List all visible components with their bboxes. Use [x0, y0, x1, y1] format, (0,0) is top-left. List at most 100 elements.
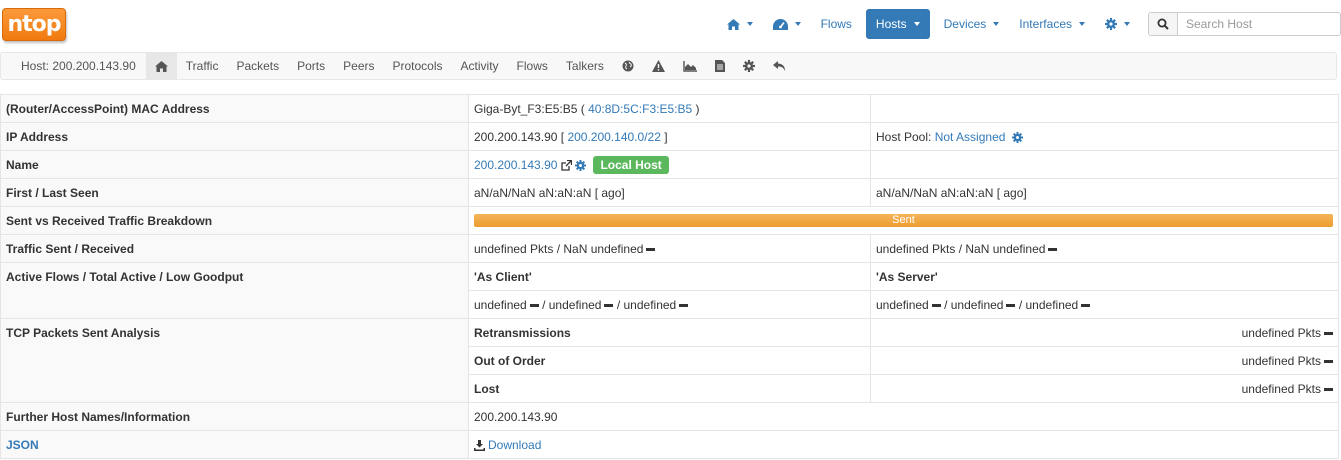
settings-menu[interactable] — [1095, 9, 1140, 39]
table-row: Name 200.200.143.90 Local Host — [0, 150, 1339, 179]
trend-flat-icon — [604, 303, 614, 307]
tab-geomap[interactable] — [613, 53, 643, 79]
nav-flows[interactable]: Flows — [811, 9, 862, 39]
download-cell: Download — [468, 430, 1339, 459]
client-total-flows: undefined — [548, 297, 602, 312]
table-row: (Router/AccessPoint) MAC Address Giga-By… — [0, 94, 1339, 123]
trend-flat-icon — [1048, 247, 1058, 251]
name-value: 200.200.143.90 Local Host — [468, 150, 871, 179]
nav-hosts-label: Hosts — [875, 17, 907, 31]
sent-progress-bar: Sent — [474, 214, 1333, 227]
sep: / — [944, 297, 948, 312]
mac-open-paren: ( — [580, 101, 585, 116]
host-title: Host: 200.200.143.90 — [21, 59, 136, 73]
table-row: IP Address 200.200.143.90 [ 200.200.140.… — [0, 122, 1339, 151]
json-link[interactable]: JSON — [6, 438, 39, 452]
network-link[interactable]: 200.200.140.0/22 — [567, 130, 660, 144]
gear-icon[interactable] — [575, 159, 587, 171]
table-row: Active Flows / Total Active / Low Goodpu… — [0, 262, 1339, 319]
json-label-cell: JSON — [0, 430, 469, 459]
file-icon — [714, 60, 725, 72]
nav-interfaces-label: Interfaces — [1019, 17, 1072, 31]
traffic-received-value: undefined Pkts / NaN undefined — [876, 241, 1046, 256]
table-row: Further Host Names/Information 200.200.1… — [0, 402, 1339, 431]
server-low-goodput: undefined — [1025, 297, 1079, 312]
gear-icon — [742, 60, 755, 72]
nav-devices[interactable]: Devices — [934, 9, 1010, 39]
retransmissions-value: undefined Pkts — [870, 318, 1339, 347]
mac-close-paren: ) — [695, 101, 700, 116]
search-icon — [1157, 18, 1169, 30]
home-icon — [154, 60, 168, 72]
host-details-table: (Router/AccessPoint) MAC Address Giga-By… — [0, 94, 1339, 459]
tab-alerts[interactable] — [643, 53, 674, 79]
trend-flat-icon — [1324, 359, 1333, 363]
external-link-icon[interactable] — [561, 159, 572, 171]
host-pool-label: Host Pool: — [876, 129, 932, 144]
tab-peers[interactable]: Peers — [334, 53, 383, 79]
retransmissions-label: Retransmissions — [468, 318, 871, 347]
nav-interfaces[interactable]: Interfaces — [1009, 9, 1095, 39]
out-of-order-pkts: undefined Pkts — [1241, 353, 1321, 368]
globe-icon — [622, 60, 634, 72]
lost-label: Lost — [468, 374, 871, 403]
tab-activity[interactable]: Activity — [452, 53, 508, 79]
tab-report[interactable] — [706, 53, 734, 79]
host-name-link[interactable]: 200.200.143.90 — [474, 158, 557, 172]
tab-home[interactable] — [145, 53, 177, 79]
sep: / — [542, 297, 546, 312]
search-button[interactable] — [1148, 12, 1178, 36]
flows-label: Active Flows / Total Active / Low Goodpu… — [0, 262, 469, 319]
tab-talkers[interactable]: Talkers — [557, 53, 613, 79]
lost-value: undefined Pkts — [870, 374, 1339, 403]
client-flows: undefined / undefined / undefined — [468, 290, 871, 319]
tab-ports[interactable]: Ports — [288, 53, 334, 79]
retransmissions-pkts: undefined Pkts — [1241, 325, 1321, 340]
ip-value: 200.200.143.90 [ 200.200.140.0/22 ] — [468, 122, 871, 151]
nav-devices-label: Devices — [943, 17, 987, 31]
ntop-logo[interactable]: ntop — [2, 8, 66, 41]
ip-label: IP Address — [0, 122, 469, 151]
breakdown-cell: Sent — [468, 206, 1339, 235]
as-server-header: 'As Server' — [870, 262, 1339, 291]
ip-address: 200.200.143.90 — [474, 129, 558, 144]
mac-value: Giga-Byt_F3:E5:B5 ( 40:8D:5C:F3:E5:B5 ) — [468, 94, 871, 123]
out-of-order-label: Out of Order — [468, 346, 871, 375]
server-flows: undefined / undefined / undefined — [870, 290, 1339, 319]
name-extra — [870, 150, 1339, 179]
tab-config[interactable] — [734, 53, 764, 79]
table-row: First / Last Seen aN/aN/NaN aN:aN:aN [ a… — [0, 178, 1339, 207]
nav-hosts[interactable]: Hosts — [865, 9, 930, 39]
dashboard-menu[interactable] — [763, 9, 811, 39]
tab-packets[interactable]: Packets — [227, 53, 288, 79]
table-row: Sent vs Received Traffic Breakdown Sent — [0, 206, 1339, 235]
mac-address-link[interactable]: 40:8D:5C:F3:E5:B5 — [588, 102, 692, 116]
tab-traffic[interactable]: Traffic — [177, 53, 228, 79]
host-pool-link[interactable]: Not Assigned — [935, 130, 1006, 144]
sep: / — [616, 297, 621, 312]
ip-open-bracket: [ — [560, 129, 565, 144]
tab-protocols[interactable]: Protocols — [384, 53, 452, 79]
gear-icon[interactable] — [1011, 131, 1023, 143]
host-pool-cell: Host Pool: Not Assigned — [870, 122, 1339, 151]
warning-icon — [651, 60, 665, 72]
tab-back[interactable] — [764, 53, 795, 79]
further-value: 200.200.143.90 — [468, 402, 1339, 431]
search-input[interactable] — [1178, 12, 1341, 36]
trend-flat-icon — [1324, 387, 1333, 391]
client-active-flows: undefined — [474, 297, 527, 312]
table-row: TCP Packets Sent Analysis Retransmission… — [0, 318, 1339, 403]
mac-extra — [870, 94, 1339, 123]
table-row: JSON Download — [0, 430, 1339, 459]
trend-flat-icon — [679, 303, 689, 307]
download-icon — [474, 439, 485, 451]
tab-historical[interactable] — [674, 53, 706, 79]
trend-flat-icon — [646, 247, 656, 251]
last-seen-value: aN/aN/NaN aN:aN:aN [ ago] — [870, 178, 1339, 207]
tab-flows[interactable]: Flows — [508, 53, 557, 79]
local-host-badge: Local Host — [593, 155, 669, 174]
download-link[interactable]: Download — [488, 438, 541, 452]
reply-icon — [772, 60, 786, 72]
home-icon — [726, 18, 740, 30]
home-menu[interactable] — [717, 9, 763, 39]
